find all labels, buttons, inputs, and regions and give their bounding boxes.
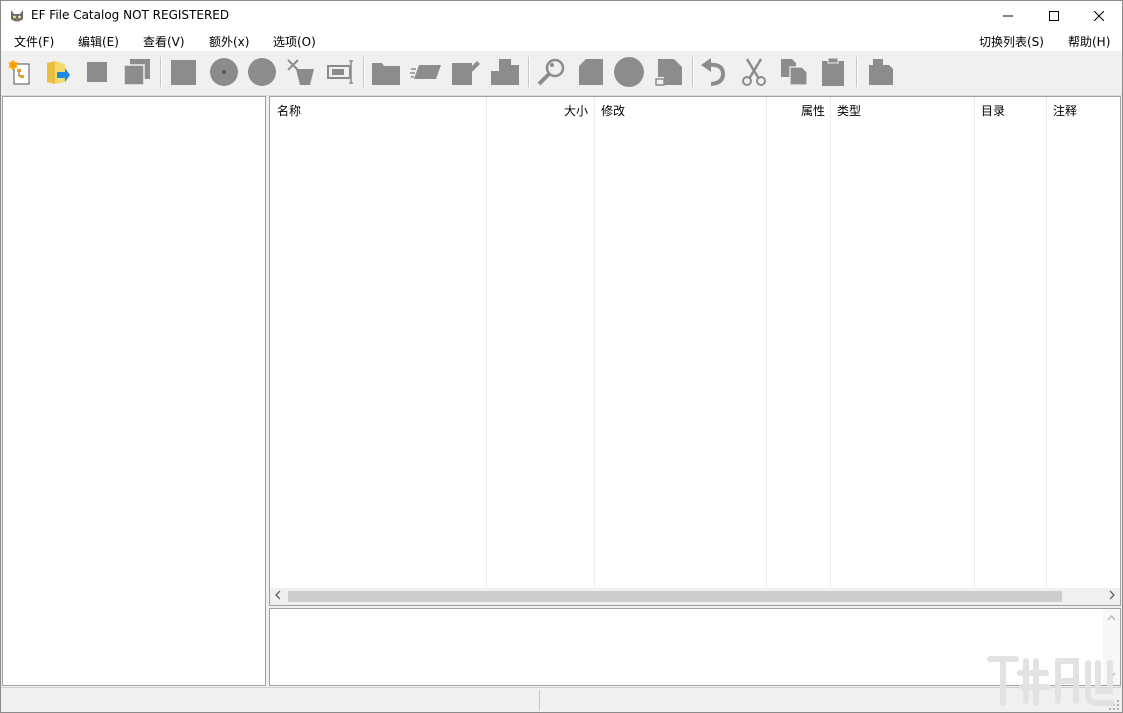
menu-switch-list[interactable]: 切换列表(S) <box>979 33 1044 50</box>
save-icon <box>87 62 107 82</box>
edit-item-button[interactable] <box>449 56 481 88</box>
column-size: 大小 <box>487 97 595 587</box>
drive-icon <box>410 65 441 79</box>
save-all-icon <box>123 59 150 86</box>
close-icon <box>1094 11 1104 21</box>
cut-button[interactable] <box>738 56 770 88</box>
cd-button[interactable] <box>208 56 240 88</box>
column-header-type[interactable]: 类型 <box>837 102 861 119</box>
scroll-left-icon[interactable] <box>275 590 281 603</box>
column-header-directory[interactable]: 目录 <box>981 102 1005 119</box>
properties-icon <box>869 59 893 85</box>
column-header-attributes[interactable]: 属性 <box>801 102 825 119</box>
close-button[interactable] <box>1076 1 1122 31</box>
menu-view[interactable]: 查看(V) <box>143 33 185 50</box>
toolbar <box>1 51 1122 96</box>
rename-disk-icon <box>327 60 353 84</box>
horizontal-scroll-thumb[interactable] <box>288 591 1062 602</box>
menu-file[interactable]: 文件(F) <box>14 33 54 50</box>
status-bar <box>1 687 1122 712</box>
page-button[interactable] <box>653 56 685 88</box>
column-directory: 目录 <box>975 97 1047 587</box>
drive-button[interactable] <box>410 56 442 88</box>
scroll-up-icon[interactable] <box>1107 613 1116 624</box>
cd-icon <box>210 58 238 86</box>
open-catalog-button[interactable] <box>41 56 73 88</box>
column-comment: 注释 <box>1047 97 1120 587</box>
maximize-button[interactable] <box>1031 1 1077 31</box>
column-header-size[interactable]: 大小 <box>564 102 588 119</box>
column-header-modified[interactable]: 修改 <box>601 102 625 119</box>
paste-button[interactable] <box>817 56 849 88</box>
document-icon <box>579 59 603 85</box>
search-icon <box>537 58 565 86</box>
move-item-button[interactable] <box>489 56 521 88</box>
column-name: 名称 <box>270 97 487 587</box>
save-all-button[interactable] <box>121 56 153 88</box>
delete-disk-button[interactable] <box>285 56 317 88</box>
paste-icon <box>822 57 844 86</box>
delete-disk-icon <box>287 59 314 85</box>
menu-options[interactable]: 选项(O) <box>273 33 316 50</box>
cat-face-icon <box>11 10 23 22</box>
save-button[interactable] <box>81 56 113 88</box>
window-title: EF File Catalog NOT REGISTERED <box>31 8 230 22</box>
properties-button[interactable] <box>864 56 896 88</box>
new-catalog-button[interactable] <box>4 56 36 88</box>
cut-icon <box>742 58 766 86</box>
edit-item-icon <box>452 61 480 85</box>
rename-disk-button[interactable] <box>324 56 356 88</box>
undo-icon <box>701 58 726 86</box>
new-catalog-icon <box>8 59 30 85</box>
column-type: 类型 <box>831 97 975 587</box>
horizontal-scrollbar[interactable] <box>270 588 1120 605</box>
column-attributes: 属性 <box>767 97 831 587</box>
column-header-name[interactable]: 名称 <box>277 102 301 119</box>
minimize-button[interactable] <box>985 1 1031 31</box>
folder-icon <box>372 63 400 85</box>
disk-button[interactable] <box>246 56 278 88</box>
app-window: EF File Catalog NOT REGISTERED 文件(F) 编辑(… <box>0 0 1123 713</box>
column-modified: 修改 <box>595 97 767 587</box>
title-bar[interactable]: EF File Catalog NOT REGISTERED <box>1 1 1122 31</box>
add-disk-icon <box>171 60 196 85</box>
watermark-logo <box>987 656 1115 706</box>
file-list[interactable]: 名称 大小 修改 属性 类型 目录 注释 <box>269 96 1121 606</box>
undo-button[interactable] <box>698 56 730 88</box>
menu-extra[interactable]: 额外(x) <box>209 33 249 50</box>
move-item-icon <box>491 59 519 85</box>
menu-edit[interactable]: 编辑(E) <box>78 33 119 50</box>
circle-icon <box>614 57 644 87</box>
folder-button[interactable] <box>370 56 402 88</box>
menu-bar: 文件(F) 编辑(E) 查看(V) 额外(x) 选项(O) 切换列表(S) 帮助… <box>1 31 1122 51</box>
maximize-icon <box>1049 11 1059 21</box>
catalog-tree[interactable] <box>2 96 266 686</box>
minimize-icon <box>1003 15 1013 17</box>
add-disk-button[interactable] <box>167 56 199 88</box>
circle-button[interactable] <box>613 56 645 88</box>
document-button[interactable] <box>574 56 606 88</box>
open-catalog-icon <box>47 61 70 84</box>
menu-help[interactable]: 帮助(H) <box>1068 33 1110 50</box>
disk-icon <box>248 58 276 86</box>
search-button[interactable] <box>535 56 567 88</box>
page-icon <box>655 59 682 86</box>
scroll-right-icon[interactable] <box>1109 590 1115 603</box>
column-header-comment[interactable]: 注释 <box>1053 102 1077 119</box>
copy-button[interactable] <box>777 56 809 88</box>
copy-icon <box>781 59 808 86</box>
